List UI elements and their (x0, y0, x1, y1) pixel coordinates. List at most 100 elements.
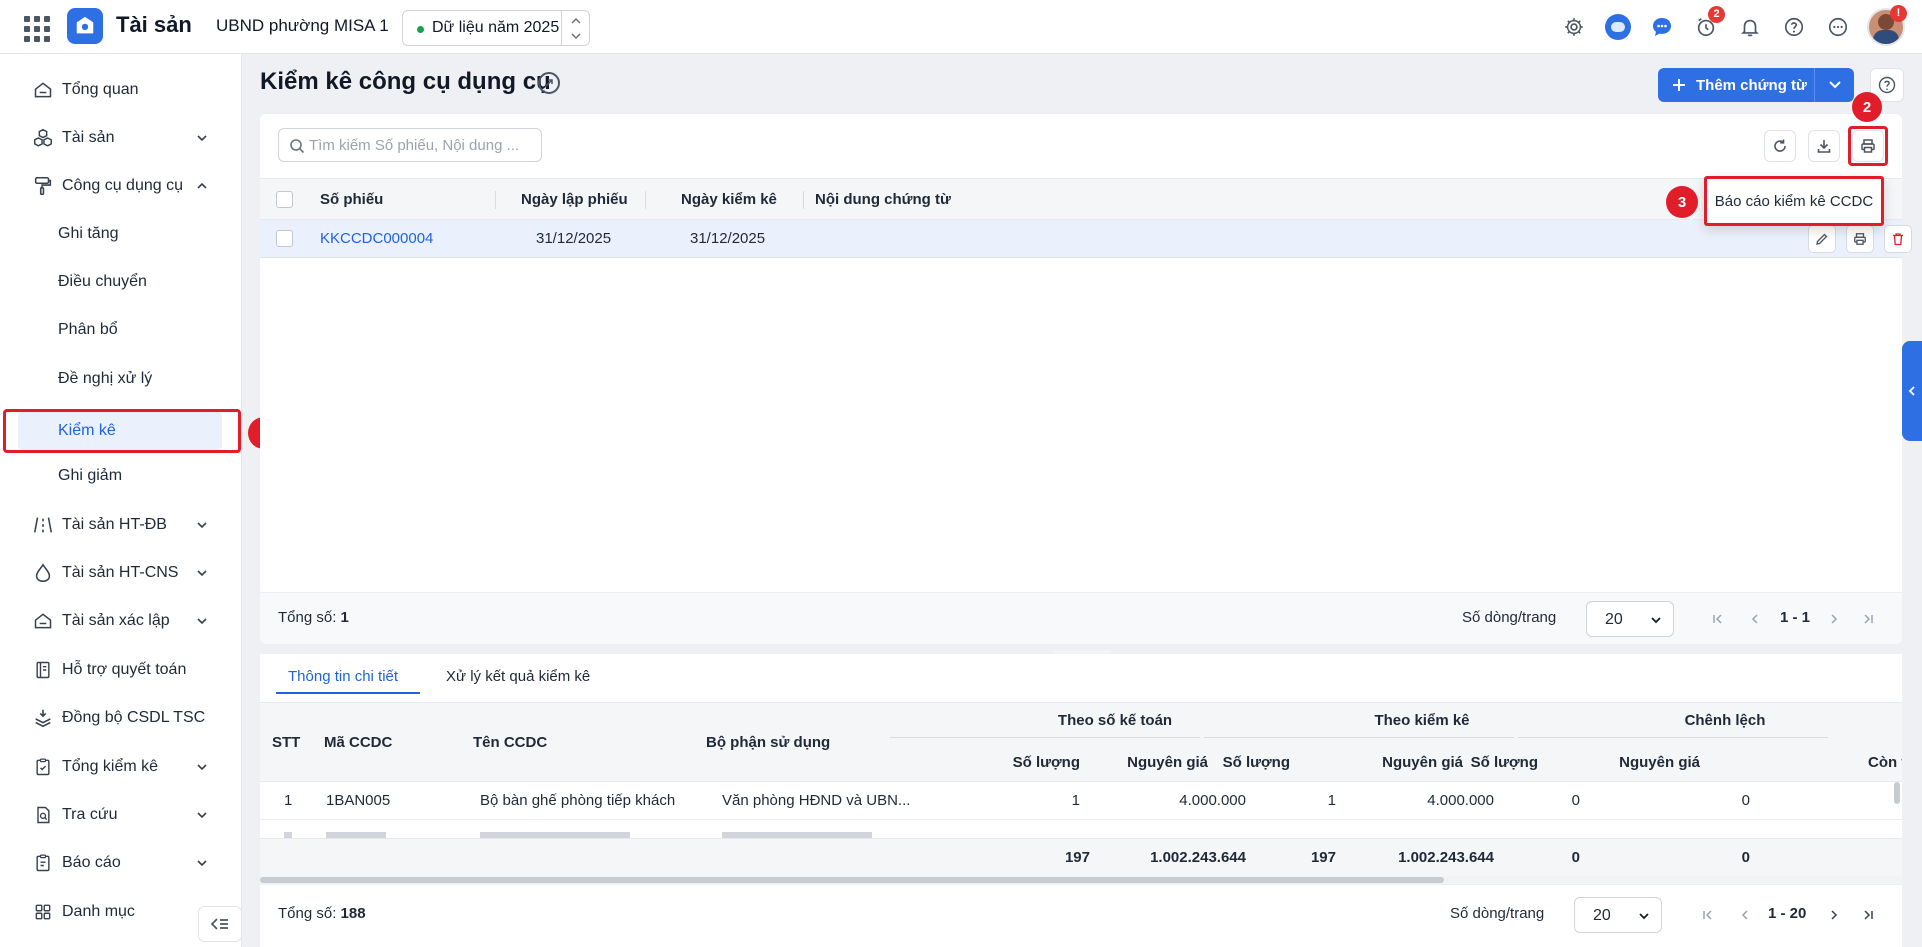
collapse-sidebar-button[interactable] (198, 906, 242, 942)
data-year-selector[interactable]: Dữ liệu năm 2025 (402, 10, 590, 46)
more-options-icon[interactable] (1824, 13, 1852, 41)
prev-page-icon[interactable] (1739, 909, 1751, 921)
column-header-kt-so-luong[interactable]: Số lượng (950, 754, 1080, 771)
export-button[interactable] (1808, 130, 1840, 162)
download-icon (1817, 140, 1831, 153)
cl-cost-cell: 0 (1741, 792, 1750, 809)
ledger-icon (32, 659, 54, 681)
total-value: 1 (340, 609, 349, 626)
list-pagination: Tổng số: 1 Số dòng/trang 20 1 - 1 (260, 592, 1902, 644)
page-size-value: 20 (1593, 907, 1611, 924)
notification-bell-icon[interactable] (1736, 13, 1764, 41)
add-document-label: Thêm chứng từ (1696, 76, 1807, 94)
chevron-down-icon (197, 570, 207, 577)
home-icon (32, 79, 54, 101)
tab-process-results[interactable]: Xử lý kết quả kiểm kê (446, 668, 590, 685)
created-date-cell: 31/12/2025 (536, 230, 612, 247)
column-header-cl-so-luong[interactable]: Số lượng (1408, 754, 1538, 771)
apps-grid-icon[interactable] (22, 14, 50, 42)
next-page-icon[interactable] (1828, 909, 1840, 921)
sidebar-item-overview[interactable]: Tổng quan (0, 68, 242, 112)
horizontal-scrollbar[interactable] (260, 876, 1902, 884)
column-header-ten-ccdc[interactable]: Tên CCDC (473, 734, 547, 751)
chevron-left-icon (1908, 386, 1915, 396)
row-checkbox[interactable] (276, 230, 293, 247)
column-header-cl-nguyen-gia[interactable]: Nguyên giá (1570, 754, 1700, 771)
sidebar-subitem-decrease[interactable]: Ghi giảm (0, 454, 242, 498)
print-report-menu-item[interactable]: Báo cáo kiểm kê CCDC (1704, 176, 1884, 226)
refresh-button[interactable] (1764, 130, 1796, 162)
sidebar-item-reports[interactable]: Báo cáo (0, 841, 242, 885)
vertical-scrollbar[interactable] (1894, 782, 1900, 838)
page-size-select[interactable]: 20 (1574, 897, 1662, 933)
sidebar-item-established-assets[interactable]: Tài sản xác lập (0, 599, 242, 643)
column-header-noi-dung[interactable]: Nội dung chứng từ (815, 191, 951, 208)
sidebar-subitem-transfer[interactable]: Điều chuyển (0, 260, 242, 304)
select-all-checkbox[interactable] (276, 191, 293, 208)
chat-icon[interactable] (1648, 13, 1676, 41)
first-page-icon[interactable] (1712, 613, 1724, 625)
chevron-down-icon[interactable] (571, 32, 581, 40)
sidebar-item-settlement-support[interactable]: Hỗ trợ quyết toán (0, 648, 242, 692)
chevron-down-icon (197, 764, 207, 771)
column-divider[interactable] (495, 191, 496, 209)
sidebar-item-label: Tổng quan (62, 81, 139, 98)
next-page-icon[interactable] (1828, 613, 1840, 625)
column-header-so-phieu[interactable]: Số phiếu (320, 191, 383, 208)
settings-icon[interactable] (1560, 13, 1588, 41)
chevron-up-icon (197, 182, 207, 189)
column-divider[interactable] (645, 191, 646, 209)
row-edit-button[interactable] (1808, 225, 1836, 253)
column-header-ngay-lap[interactable]: Ngày lập phiếu (521, 191, 628, 208)
sidebar-subitem-increase[interactable]: Ghi tăng (0, 212, 242, 256)
total-value: 188 (340, 905, 366, 922)
organization-name[interactable]: UBND phường MISA 1 (216, 16, 389, 36)
first-page-icon[interactable] (1702, 909, 1714, 921)
tab-detail-info[interactable]: Thông tin chi tiết (288, 668, 398, 685)
sidebar-item-database-sync[interactable]: Đồng bộ CSDL TSC (0, 696, 242, 740)
sidebar-subitem-allocation[interactable]: Phân bổ (0, 308, 242, 352)
table-row[interactable]: KKCCDC000004 31/12/2025 31/12/2025 (260, 220, 1912, 258)
side-panel-toggle[interactable] (1902, 341, 1922, 441)
column-header-kk-so-luong[interactable]: Số lượng (1160, 754, 1290, 771)
table-row-partial[interactable] (260, 820, 1902, 838)
year-spinner[interactable] (561, 11, 590, 45)
sidebar-item-infrastructure-water[interactable]: Tài sản HT-CNS (0, 551, 242, 595)
document-number-link[interactable]: KKCCDC000004 (320, 230, 433, 247)
road-icon (32, 514, 54, 536)
column-header-ngay-kiem-ke[interactable]: Ngày kiểm kê (681, 191, 777, 208)
sidebar-subitem-disposal-request[interactable]: Đề nghị xử lý (0, 357, 242, 401)
sidebar-item-tools[interactable]: Công cụ dụng cụ (0, 164, 242, 208)
page-size-select[interactable]: 20 (1586, 601, 1674, 637)
page-size-value: 20 (1605, 611, 1623, 628)
column-divider[interactable] (803, 191, 804, 209)
search-input[interactable] (309, 129, 537, 161)
home-icon (32, 610, 54, 632)
last-page-icon[interactable] (1862, 613, 1874, 625)
sidebar-item-assets[interactable]: Tài sản (0, 116, 242, 160)
chevron-down-icon (1651, 617, 1661, 624)
table-row[interactable]: 1 1BAN005 Bộ bàn ghế phòng tiếp khách Vă… (260, 782, 1902, 820)
sidebar-item-lookup[interactable]: Tra cứu (0, 793, 242, 837)
sidebar-item-label: Ghi giảm (58, 467, 123, 484)
last-page-icon[interactable] (1862, 909, 1874, 921)
app-logo[interactable] (67, 8, 103, 44)
add-document-button[interactable]: Thêm chứng từ (1658, 68, 1822, 102)
column-header-stt[interactable]: STT (272, 734, 300, 751)
trash-icon (1893, 233, 1903, 246)
sidebar-item-general-inventory[interactable]: Tổng kiểm kê (0, 745, 242, 789)
help-icon[interactable] (1780, 13, 1808, 41)
column-header-ma-ccdc[interactable]: Mã CCDC (324, 734, 392, 751)
assistant-avatar-icon[interactable] (1604, 13, 1632, 41)
row-delete-button[interactable] (1884, 225, 1912, 253)
add-document-dropdown-button[interactable] (1814, 68, 1854, 102)
prev-page-icon[interactable] (1749, 613, 1761, 625)
search-box[interactable] (278, 128, 542, 162)
pencil-icon (1816, 233, 1828, 245)
chevron-up-icon[interactable] (571, 17, 581, 25)
sidebar-item-infrastructure-road[interactable]: Tài sản HT-ĐB (0, 503, 242, 547)
link-icon[interactable] (538, 72, 560, 94)
column-header-con-lai[interactable]: Còn t (1868, 754, 1902, 771)
column-header-bo-phan[interactable]: Bộ phận sử dụng (706, 734, 830, 751)
row-print-button[interactable] (1846, 225, 1874, 253)
